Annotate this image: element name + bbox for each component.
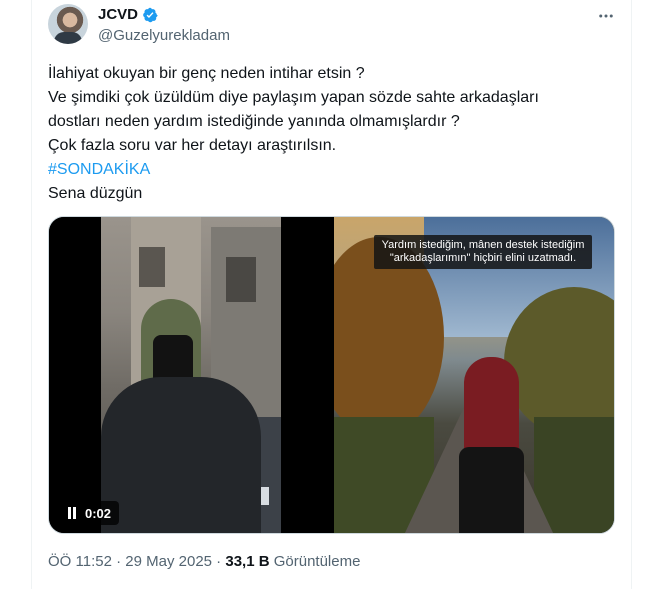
meta-separator: · <box>212 553 226 570</box>
pause-icon[interactable] <box>67 507 77 519</box>
column-border-left <box>31 0 32 589</box>
video-frame <box>101 217 281 533</box>
more-icon[interactable] <box>595 5 617 27</box>
tweet-date[interactable]: 29 May 2025 <box>125 553 212 570</box>
author-name-row: JCVD <box>98 6 158 23</box>
handle[interactable]: @Guzelyurekladam <box>98 27 230 44</box>
video-player[interactable]: 0:02 <box>49 217 331 533</box>
tweet-meta: ÖÖ 11:52 · 29 May 2025 · 33,1 B Görüntül… <box>48 553 360 570</box>
photo-caption: Yardım istediğim, mânen destek istediğim… <box>374 235 592 269</box>
column-border-right <box>631 0 632 589</box>
view-label: Görüntüleme <box>269 553 361 570</box>
view-count: 33,1 B <box>225 553 270 570</box>
tweet-time[interactable]: ÖÖ 11:52 <box>48 553 112 570</box>
display-name[interactable]: JCVD <box>98 6 138 23</box>
video-time: 0:02 <box>85 505 112 521</box>
tweet-text: İlahiyat okuyan bir genç neden intihar e… <box>48 62 608 206</box>
photo[interactable]: Yardım istediğim, mânen destek istediğim… <box>334 217 614 533</box>
tweet-line: Ve şimdiki çok üzüldüm diye paylaşım yap… <box>48 89 539 106</box>
tweet-line: Sena düzgün <box>48 185 143 202</box>
hashtag-link[interactable]: #SONDAKİKA <box>48 158 608 182</box>
tweet-line: dostları neden yardım istediğinde yanınd… <box>48 113 460 130</box>
tweet-line: Çok fazla soru var her detayı araştırıls… <box>48 137 337 154</box>
meta-separator: · <box>111 553 126 570</box>
verified-badge-icon <box>142 7 158 23</box>
avatar[interactable] <box>48 4 88 44</box>
video-time-badge[interactable]: 0:02 <box>59 501 120 525</box>
tweet-line: İlahiyat okuyan bir genç neden intihar e… <box>48 65 365 82</box>
media-grid: 0:02 Yardım istediğim, mânen destek iste… <box>48 216 615 534</box>
